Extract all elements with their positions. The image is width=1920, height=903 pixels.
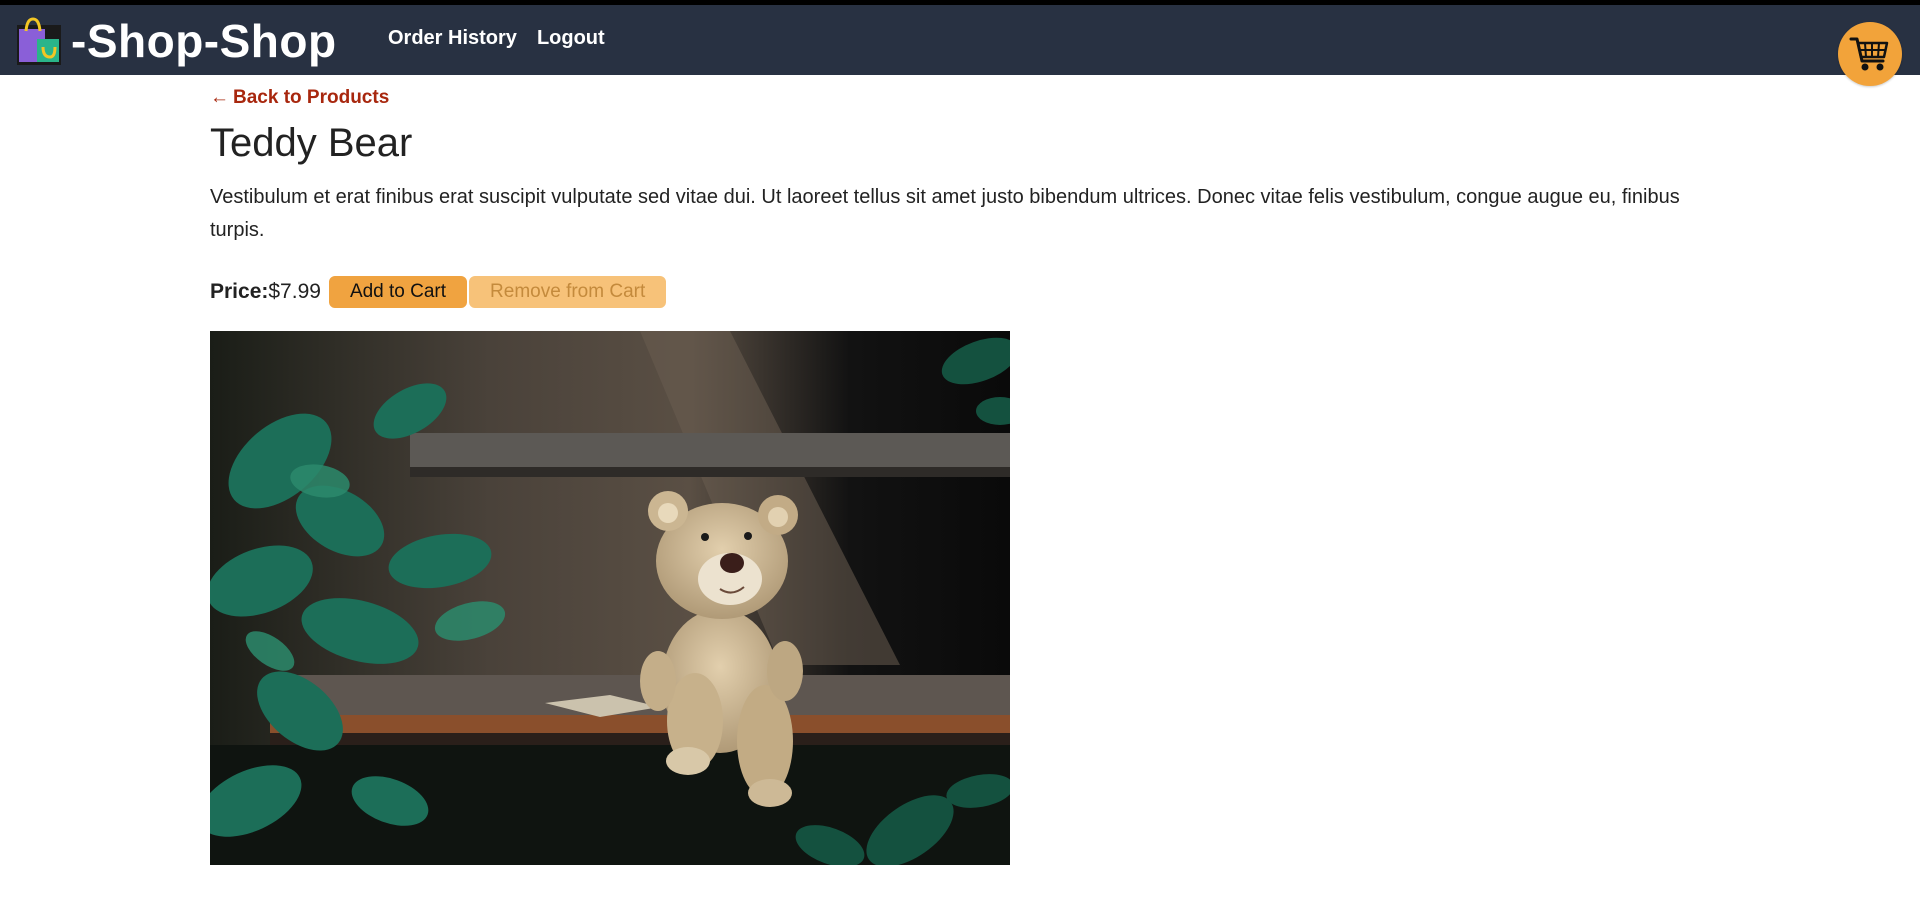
product-description: Vestibulum et erat finibus erat suscipit…: [210, 186, 1680, 241]
site-header: -Shop-Shop Order History Logout: [0, 5, 1920, 75]
brand-link[interactable]: -Shop-Shop: [15, 13, 337, 69]
product-title: Teddy Bear: [210, 121, 413, 165]
product-detail: ← Back to Products Teddy Bear Vestibulum …: [210, 75, 1680, 865]
logout-link[interactable]: Logout: [537, 27, 605, 50]
order-history-link[interactable]: Order History: [388, 27, 517, 50]
back-arrow-icon: ←: [210, 87, 229, 108]
cart-button[interactable]: [1838, 22, 1902, 86]
back-to-products-link[interactable]: ← Back to Products: [210, 87, 389, 109]
add-to-cart-button[interactable]: Add to Cart: [328, 276, 468, 308]
shopping-cart-icon: [1849, 37, 1889, 71]
product-image: [210, 331, 1010, 865]
brand-name: -Shop-Shop: [71, 15, 337, 67]
back-link-label: Back to Products: [233, 87, 390, 108]
shopping-bag-logo-icon: [17, 17, 61, 65]
remove-from-cart-button[interactable]: Remove from Cart: [469, 276, 667, 308]
price-value: $7.99: [268, 280, 321, 303]
price-row: Price: $7.99 Add to Cart Remove from Car…: [210, 275, 1680, 309]
main-nav: Order History Logout: [388, 27, 605, 50]
price-label: Price:: [210, 280, 269, 303]
